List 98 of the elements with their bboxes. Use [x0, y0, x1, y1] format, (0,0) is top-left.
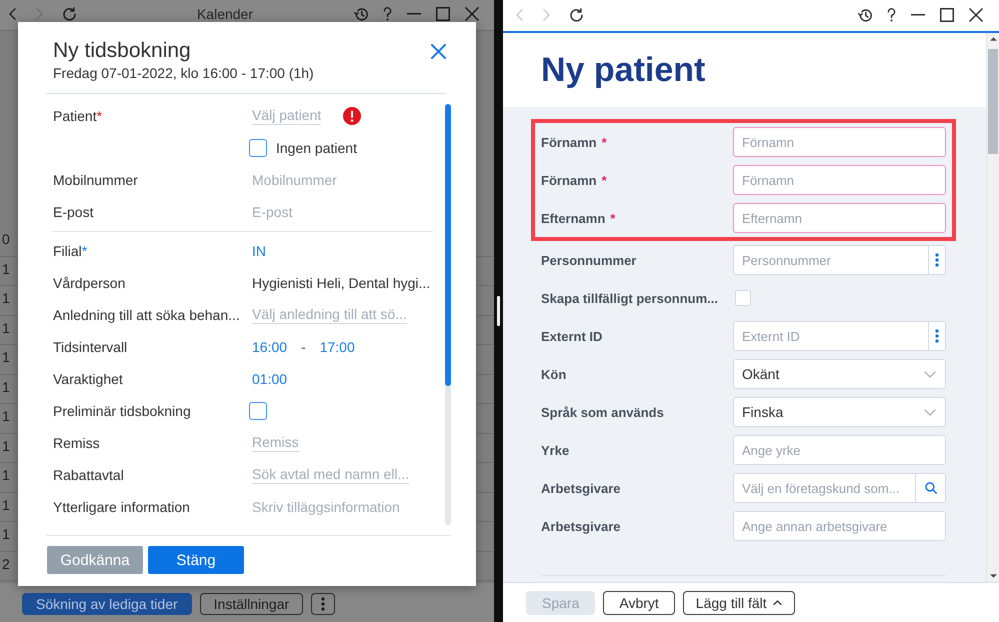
- minimize-icon[interactable]: [911, 14, 925, 16]
- text-input[interactable]: Mobilnummer: [252, 172, 427, 188]
- required-mark: *: [82, 243, 88, 259]
- more-button[interactable]: [311, 592, 336, 614]
- time-label: 1: [2, 320, 10, 336]
- text-input[interactable]: Ange yrke: [733, 435, 946, 465]
- field-label: Skapa tillfälligt personnum...: [541, 290, 718, 306]
- scrollbar-thumb[interactable]: [445, 104, 451, 386]
- field-label: Yrke: [541, 442, 570, 458]
- close-icon[interactable]: [969, 8, 983, 22]
- chevron-down-icon: [924, 408, 936, 416]
- text-input[interactable]: E-post: [252, 204, 427, 220]
- checkbox[interactable]: [249, 139, 267, 157]
- footer-button[interactable]: Lägg till fält: [682, 590, 795, 614]
- search-input[interactable]: Välj en företagskund som...: [733, 473, 916, 503]
- field-label: Ytterligare information: [53, 499, 190, 515]
- time-label: 2: [2, 556, 10, 572]
- picker-field[interactable]: Remiss: [252, 434, 299, 452]
- field-label: Preliminär tidsbokning: [53, 403, 191, 419]
- field-label: Språk som används: [541, 404, 664, 420]
- field-label: Personnummer: [541, 252, 636, 268]
- picker-field[interactable]: Sök avtal med namn ell...: [252, 466, 410, 484]
- window-title: Kalender: [196, 6, 254, 22]
- time-separator: -: [301, 339, 306, 355]
- text-input[interactable]: Efternamn: [733, 203, 946, 233]
- chevron-down-icon: [924, 370, 936, 378]
- required-mark: *: [602, 134, 607, 150]
- time-link[interactable]: 16:00: [252, 339, 288, 355]
- caret-down-icon[interactable]: [990, 574, 996, 578]
- field-label: Arbetsgivare: [541, 480, 620, 496]
- chevron-left-icon[interactable]: [9, 8, 16, 20]
- required-mark: *: [96, 108, 102, 124]
- required-mark: *: [610, 210, 616, 226]
- field-label: Varaktighet: [53, 371, 123, 387]
- refresh-icon[interactable]: [570, 8, 583, 22]
- time-label: 1: [2, 349, 10, 365]
- dropdown[interactable]: Okänt: [733, 359, 946, 389]
- help-icon[interactable]: [887, 8, 896, 22]
- checkbox[interactable]: [249, 402, 267, 420]
- text-input[interactable]: Förnamn: [733, 127, 946, 157]
- time-label: 1: [2, 290, 10, 306]
- search-icon: [924, 482, 936, 494]
- value-link[interactable]: 01:00: [252, 371, 288, 387]
- field-label: Kön: [541, 366, 566, 382]
- field-label: Filial: [53, 243, 82, 259]
- caret-up-icon[interactable]: [990, 37, 996, 41]
- required-mark: *: [602, 172, 607, 188]
- field-label: Förnamn: [541, 172, 597, 188]
- field-label: Rabattavtal: [53, 467, 124, 483]
- time-label: 1: [2, 526, 10, 542]
- field-label: Patient: [53, 108, 97, 124]
- time-label: 0: [2, 231, 10, 247]
- text-input[interactable]: Externt ID: [733, 321, 929, 351]
- splitter-handle[interactable]: [497, 296, 500, 326]
- vertical-dots-icon: [935, 329, 939, 343]
- field-label: Anledning till att söka behan...: [53, 307, 240, 323]
- field-label: Externt ID: [541, 328, 602, 344]
- dialog-title: Ny tidsbokning: [53, 38, 191, 64]
- field-label: Mobilnummer: [53, 172, 138, 188]
- picker-field[interactable]: Välj anledning till att sö...: [252, 306, 407, 324]
- time-label: 1: [2, 378, 10, 394]
- caret-up-icon: [772, 600, 782, 606]
- text-input[interactable]: Förnamn: [733, 165, 946, 195]
- time-label: 1: [2, 496, 10, 512]
- time-link[interactable]: 17:00: [320, 339, 355, 355]
- field-label: Tidsintervall: [53, 339, 128, 355]
- time-label: 1: [2, 408, 10, 424]
- page-title: Ny patient: [541, 50, 706, 90]
- settings-button[interactable]: Inställningar: [200, 592, 304, 614]
- picker-field[interactable]: Välj patient: [252, 107, 322, 125]
- maximize-icon[interactable]: [940, 8, 954, 22]
- time-label: 1: [2, 260, 10, 276]
- field-label: Efternamn: [541, 210, 606, 226]
- vertical-dots-icon: [935, 253, 939, 267]
- time-label: 1: [2, 438, 10, 454]
- text-input[interactable]: Ange annan arbetsgivare: [733, 511, 946, 541]
- time-label: 1: [2, 467, 10, 483]
- text-input[interactable]: Skriv tilläggsinformation: [252, 499, 427, 515]
- value-text: Hygienisti Heli, Dental hygi...: [252, 275, 430, 291]
- search-slots-button[interactable]: Sökning av lediga tider: [22, 592, 192, 614]
- text-input[interactable]: Personnummer: [733, 245, 929, 275]
- field-label: Arbetsgivare: [541, 518, 620, 534]
- vertical-dots-icon: [321, 596, 326, 610]
- checkbox-label: Ingen patient: [276, 140, 357, 156]
- dropdown[interactable]: Finska: [733, 397, 946, 427]
- search-button[interactable]: [916, 473, 946, 503]
- clock-arrow-icon[interactable]: [858, 8, 872, 22]
- scrollbar-thumb[interactable]: [988, 49, 998, 154]
- dialog-button[interactable]: Stäng: [148, 546, 244, 574]
- footer-button[interactable]: Avbryt: [603, 590, 675, 614]
- field-label: Vårdperson: [53, 275, 126, 291]
- field-label: Förnamn: [541, 134, 597, 150]
- value-link[interactable]: IN: [252, 243, 266, 259]
- field-label: Remiss: [53, 435, 100, 451]
- scrollbar-track[interactable]: [986, 33, 999, 582]
- dialog-subtitle: Fredag 07-01-2022, klo 16:00 - 17:00 (1h): [53, 64, 314, 82]
- field-label: E-post: [53, 204, 94, 220]
- scrollbar-track[interactable]: [445, 104, 451, 525]
